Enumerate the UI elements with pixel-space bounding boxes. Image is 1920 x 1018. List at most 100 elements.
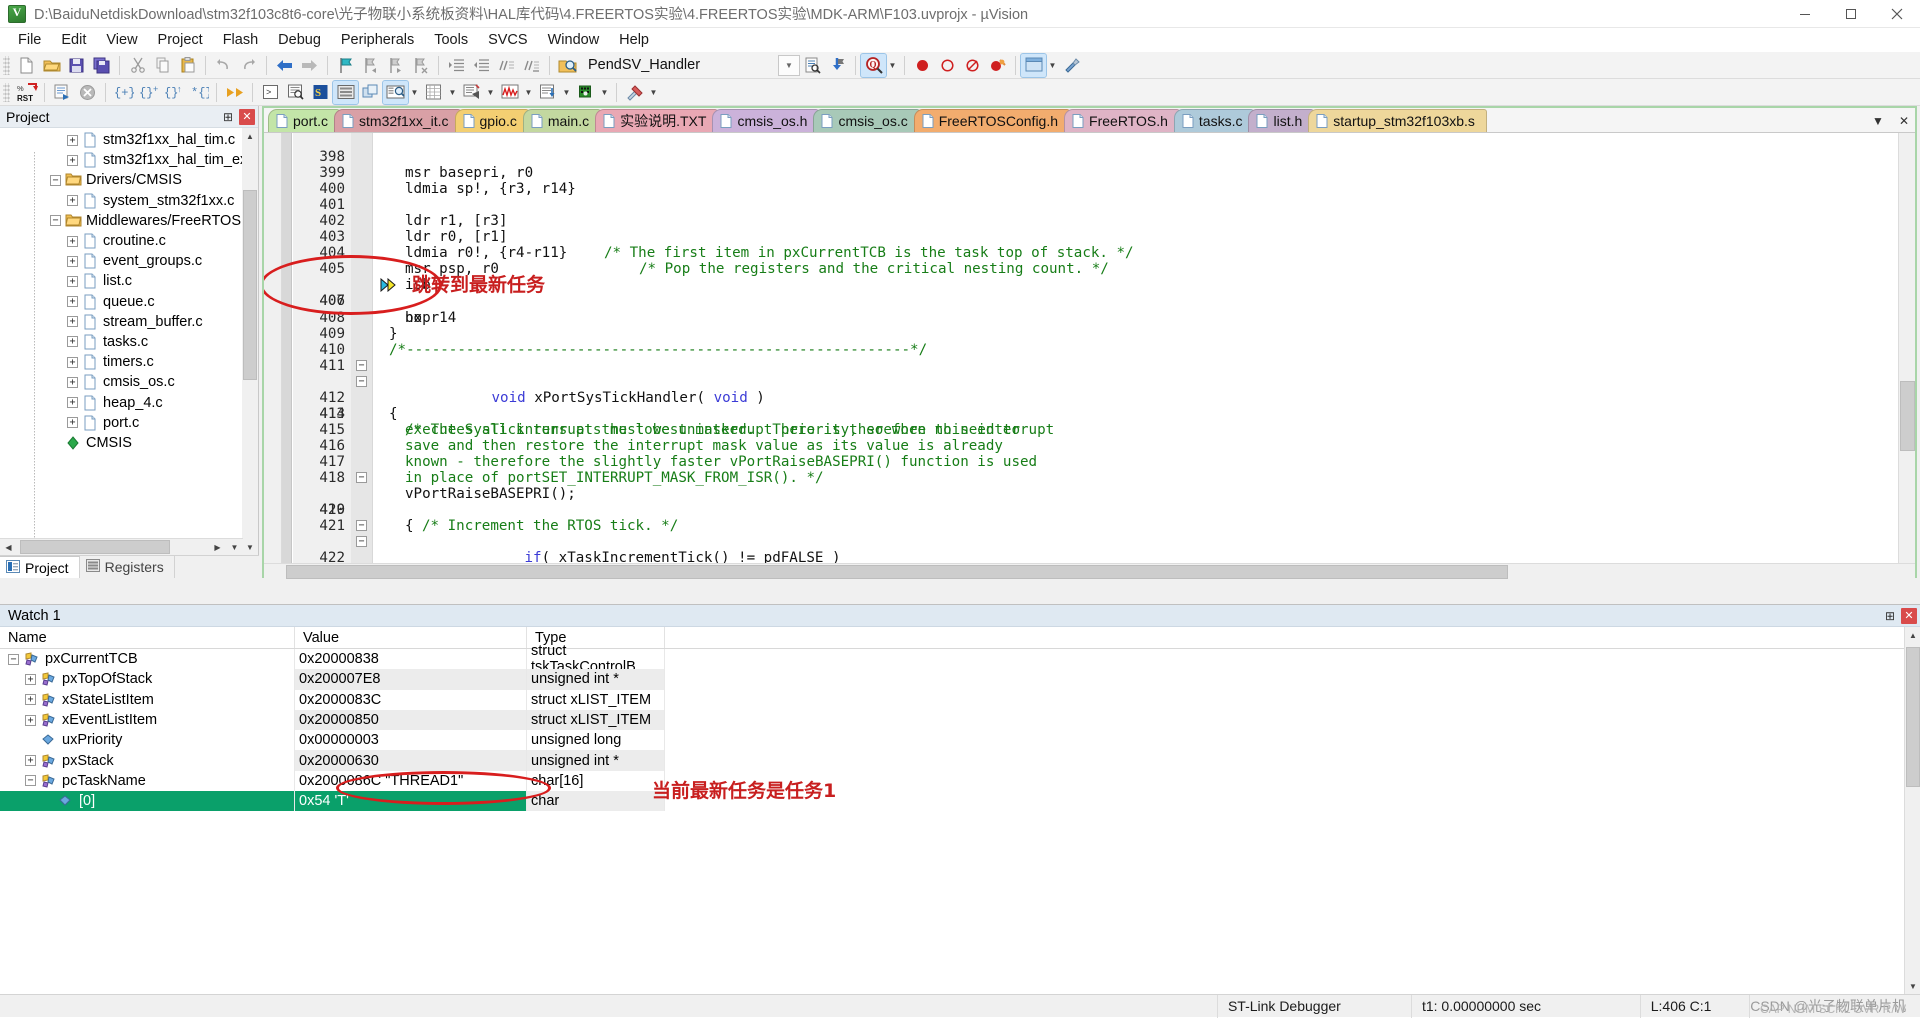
close-icon[interactable]	[1874, 0, 1920, 28]
project-tree[interactable]: + stm32f1xx_hal_tim.c + stm32f1xx_hal_ti…	[0, 128, 243, 555]
new-file-icon[interactable]	[14, 54, 39, 77]
editor-tab-shiyanshuoming-txt[interactable]: 实验说明.TXT	[595, 109, 719, 132]
menu-svcs[interactable]: SVCS	[478, 29, 538, 51]
watch-row-selected[interactable]: [0] 0x54 'T' char	[0, 791, 1920, 812]
watch-value-cell[interactable]: 0x00000003	[295, 730, 527, 751]
breakpoint-icon[interactable]	[935, 54, 960, 77]
scroll-thumb[interactable]	[1906, 647, 1920, 787]
debug-stop-icon[interactable]	[910, 54, 935, 77]
stop-icon[interactable]	[75, 81, 100, 104]
uncomment-icon[interactable]	[519, 54, 544, 77]
tree-item-croutine-c[interactable]: + croutine.c	[0, 231, 243, 251]
watch-expander[interactable]: −	[25, 775, 36, 787]
watch-expander[interactable]: +	[25, 714, 36, 726]
menu-flash[interactable]: Flash	[213, 29, 268, 51]
step-out-icon[interactable]: {} ↑	[161, 81, 186, 104]
fold-toggle[interactable]: −	[356, 375, 367, 387]
tree-item-port-c[interactable]: + port.c	[0, 413, 243, 433]
analysis-window-dropdown-icon[interactable]: ▼	[522, 81, 535, 104]
call-stack-icon[interactable]	[358, 81, 383, 104]
watch-name-cell[interactable]: + pxTopOfStack	[0, 669, 295, 690]
editor-tab-main-c[interactable]: main.c	[522, 109, 602, 132]
panel-tab-project[interactable]: Project	[0, 556, 80, 578]
menu-peripherals[interactable]: Peripherals	[331, 29, 424, 51]
watch-row[interactable]: − pxCurrentTCB 0x20000838 struct tskTask…	[0, 643, 1920, 675]
watch-name-cell[interactable]: uxPriority	[0, 730, 295, 751]
reset-cpu-icon[interactable]: % RST	[14, 81, 39, 104]
close-icon[interactable]: ✕	[1901, 607, 1917, 624]
tree-item-tasks-c[interactable]: + tasks.c	[0, 332, 243, 352]
editor-tab-list-h[interactable]: list.h	[1248, 109, 1315, 132]
navigate-forward-icon[interactable]	[297, 54, 322, 77]
bookmark-clear-icon[interactable]	[408, 54, 433, 77]
tree-item-stream-buffer-c[interactable]: + stream_buffer.c	[0, 312, 243, 332]
watch-window-dropdown-icon[interactable]: ▼	[408, 81, 421, 104]
trace-icon[interactable]	[535, 81, 560, 104]
scroll-left-icon[interactable]: ◀	[0, 539, 17, 555]
tree-group-drivers-cmsis[interactable]: − Drivers/CMSIS	[0, 170, 243, 190]
watch-expander[interactable]: +	[25, 755, 36, 767]
menu-project[interactable]: Project	[148, 29, 213, 51]
tab-list-icon[interactable]: ▼	[1869, 112, 1887, 130]
tree-expander[interactable]: +	[67, 356, 78, 368]
tree-item-stm32f1xx-hal-tim-c[interactable]: + stm32f1xx_hal_tim.c	[0, 130, 243, 150]
scroll-down-icon[interactable]: ▼	[242, 539, 258, 555]
comment-icon[interactable]	[494, 54, 519, 77]
cut-icon[interactable]	[125, 54, 150, 77]
menu-edit[interactable]: Edit	[51, 29, 96, 51]
indent-icon[interactable]	[444, 54, 469, 77]
watch-expander[interactable]: +	[25, 694, 36, 706]
run-to-cursor-icon[interactable]: *{}	[186, 81, 211, 104]
tree-item-timers-c[interactable]: + timers.c	[0, 352, 243, 372]
serial-window-dropdown-icon[interactable]: ▼	[484, 81, 497, 104]
code-vscrollbar[interactable]	[1898, 133, 1915, 563]
project-tree-hscrollbar[interactable]: ◀ ▶ ▼	[0, 538, 243, 555]
insert-bookmark-icon[interactable]	[825, 54, 850, 77]
run-icon[interactable]	[50, 81, 75, 104]
watch-name-cell[interactable]: − pxCurrentTCB	[0, 649, 295, 670]
memory-window-dropdown-icon[interactable]: ▼	[446, 81, 459, 104]
editor-tab-cmsis-os-h[interactable]: cmsis_os.h	[712, 109, 820, 132]
toolbox-dropdown-icon[interactable]: ▼	[647, 81, 660, 104]
outdent-icon[interactable]	[469, 54, 494, 77]
tree-expander[interactable]: +	[67, 316, 78, 328]
watch-expander[interactable]: +	[25, 673, 36, 685]
watch-window-icon[interactable]	[382, 79, 409, 105]
kill-breakpoints-icon[interactable]	[985, 54, 1010, 77]
find-in-files-icon[interactable]	[555, 54, 580, 77]
fold-toggle[interactable]: −	[356, 536, 367, 548]
tree-expander[interactable]: +	[67, 397, 78, 409]
editor-tab-port-c[interactable]: port.c	[268, 109, 341, 132]
tree-item-list-c[interactable]: + list.c	[0, 271, 243, 291]
tree-expander[interactable]: +	[67, 417, 78, 429]
serial-window-icon[interactable]	[459, 81, 484, 104]
bookmark-toggle-icon[interactable]	[333, 54, 358, 77]
navigate-back-icon[interactable]	[272, 54, 297, 77]
open-file-icon[interactable]	[39, 54, 64, 77]
tree-expander[interactable]: −	[50, 215, 61, 227]
tree-expander[interactable]: +	[67, 154, 78, 166]
pin-icon[interactable]: ⊞	[1882, 608, 1898, 624]
tree-expander[interactable]: +	[67, 235, 78, 247]
maximize-icon[interactable]	[1828, 0, 1874, 28]
incremental-find-icon[interactable]	[800, 54, 825, 77]
tree-group-cmsis[interactable]: CMSIS	[0, 433, 243, 453]
tree-group-middlewares-freertos[interactable]: − Middlewares/FreeRTOS	[0, 211, 243, 231]
minimize-icon[interactable]	[1782, 0, 1828, 28]
scroll-up-icon[interactable]: ▲	[242, 128, 258, 144]
watch-value-cell[interactable]: 0x2000083C	[295, 689, 527, 710]
column-header-name[interactable]: Name	[0, 627, 295, 648]
watch-row[interactable]: + xEventListItem 0x20000850 struct xLIST…	[0, 709, 1920, 731]
toolbar-grip[interactable]	[3, 55, 10, 75]
tree-item-event-groups-c[interactable]: + event_groups.c	[0, 251, 243, 271]
watch-value-cell[interactable]: 0x200007E8	[295, 669, 527, 690]
watch-name-cell[interactable]: − pcTaskName	[0, 770, 295, 792]
tree-expander[interactable]: +	[67, 296, 78, 308]
scroll-down-icon[interactable]: ▼	[226, 539, 243, 555]
tree-item-system-stm32f1xx-c[interactable]: + system_stm32f1xx.c	[0, 191, 243, 211]
system-viewer-dropdown-icon[interactable]: ▼	[598, 81, 611, 104]
watch-value-cell[interactable]: 0x20000850	[295, 709, 527, 731]
watch-name-cell[interactable]: + xEventListItem	[0, 709, 295, 731]
watch-row[interactable]: uxPriority 0x00000003 unsigned long	[0, 730, 1920, 751]
tree-expander[interactable]: +	[67, 255, 78, 267]
